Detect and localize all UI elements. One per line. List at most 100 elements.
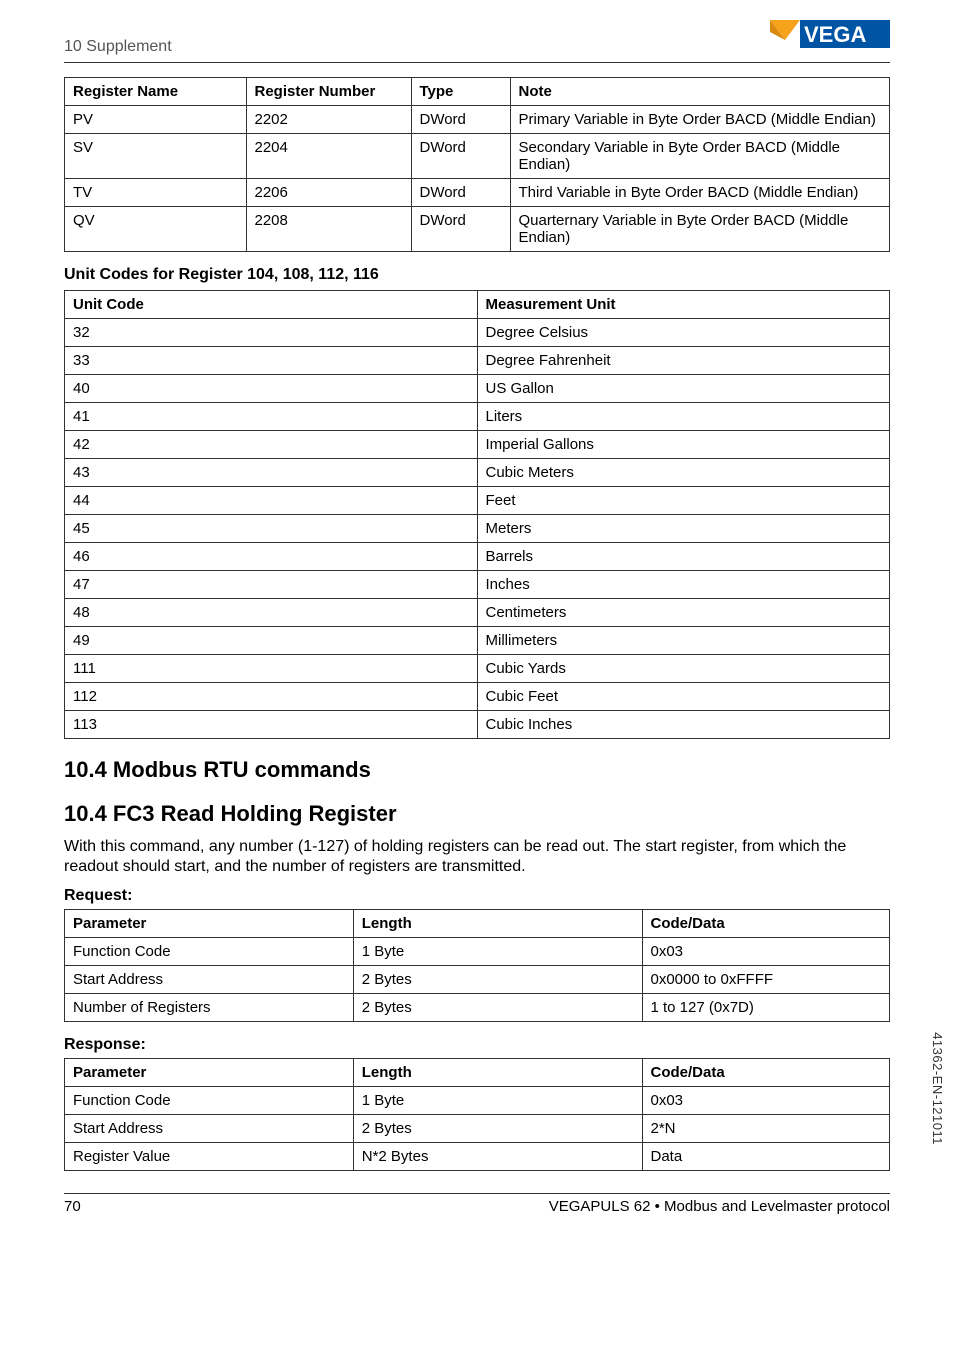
- cell: Millimeters: [477, 627, 890, 655]
- unit-codes-table: Unit Code Measurement Unit 32Degree Cels…: [64, 290, 890, 739]
- page-footer: 70 VEGAPULS 62 • Modbus and Levelmaster …: [64, 1193, 890, 1215]
- cell: Primary Variable in Byte Order BACD (Mid…: [510, 106, 890, 134]
- cell: Secondary Variable in Byte Order BACD (M…: [510, 134, 890, 179]
- page-number: 70: [64, 1198, 81, 1215]
- table-row: 44Feet: [65, 487, 890, 515]
- cell: 47: [65, 571, 478, 599]
- cell: 44: [65, 487, 478, 515]
- table-row: 45Meters: [65, 515, 890, 543]
- footer-doc-title: VEGAPULS 62 • Modbus and Levelmaster pro…: [549, 1198, 890, 1215]
- response-table: Parameter Length Code/Data Function Code…: [64, 1058, 890, 1171]
- col-header: Code/Data: [642, 1059, 890, 1087]
- table-row: SV 2204 DWord Secondary Variable in Byte…: [65, 134, 890, 179]
- cell: 2 Bytes: [353, 994, 642, 1022]
- register-table: Register Name Register Number Type Note …: [64, 77, 890, 252]
- table-row: Function Code1 Byte0x03: [65, 938, 890, 966]
- table-row: 113Cubic Inches: [65, 711, 890, 739]
- cell: TV: [65, 179, 247, 207]
- cell: 43: [65, 459, 478, 487]
- table-row: 40US Gallon: [65, 375, 890, 403]
- col-header: Unit Code: [65, 291, 478, 319]
- cell: 40: [65, 375, 478, 403]
- cell: 112: [65, 683, 478, 711]
- cell: Register Value: [65, 1143, 354, 1171]
- cell: 0x03: [642, 938, 890, 966]
- cell: 1 to 127 (0x7D): [642, 994, 890, 1022]
- cell: PV: [65, 106, 247, 134]
- col-header: Register Number: [246, 78, 411, 106]
- cell: QV: [65, 207, 247, 252]
- cell: US Gallon: [477, 375, 890, 403]
- table-row: 33Degree Fahrenheit: [65, 347, 890, 375]
- col-header: Register Name: [65, 78, 247, 106]
- cell: Function Code: [65, 1087, 354, 1115]
- cell: Function Code: [65, 938, 354, 966]
- cell: Inches: [477, 571, 890, 599]
- table-row: 48Centimeters: [65, 599, 890, 627]
- cell: DWord: [411, 134, 510, 179]
- table-row: 43Cubic Meters: [65, 459, 890, 487]
- cell: Feet: [477, 487, 890, 515]
- cell: 113: [65, 711, 478, 739]
- cell: 2204: [246, 134, 411, 179]
- cell: 1 Byte: [353, 1087, 642, 1115]
- cell: 2202: [246, 106, 411, 134]
- table-row: Start Address2 Bytes0x0000 to 0xFFFF: [65, 966, 890, 994]
- cell: N*2 Bytes: [353, 1143, 642, 1171]
- cell: 42: [65, 431, 478, 459]
- table-row: 41Liters: [65, 403, 890, 431]
- table-row: 111Cubic Yards: [65, 655, 890, 683]
- cell: Liters: [477, 403, 890, 431]
- cell: DWord: [411, 179, 510, 207]
- cell: Quarternary Variable in Byte Order BACD …: [510, 207, 890, 252]
- cell: 1 Byte: [353, 938, 642, 966]
- cell: 48: [65, 599, 478, 627]
- cell: Cubic Inches: [477, 711, 890, 739]
- logo-text: VEGA: [804, 22, 866, 47]
- col-header: Type: [411, 78, 510, 106]
- col-header: Parameter: [65, 910, 354, 938]
- cell: 2208: [246, 207, 411, 252]
- table-row: Start Address2 Bytes2*N: [65, 1115, 890, 1143]
- cell: Start Address: [65, 1115, 354, 1143]
- doc-code-vertical: 41362-EN-121011: [930, 1032, 945, 1145]
- cell: Cubic Yards: [477, 655, 890, 683]
- heading-fc3: 10.4 FC3 Read Holding Register: [64, 801, 890, 827]
- table-row: 42Imperial Gallons: [65, 431, 890, 459]
- cell: Start Address: [65, 966, 354, 994]
- request-table: Parameter Length Code/Data Function Code…: [64, 909, 890, 1022]
- table-row: Register ValueN*2 BytesData: [65, 1143, 890, 1171]
- col-header: Length: [353, 910, 642, 938]
- cell: 46: [65, 543, 478, 571]
- cell: Degree Celsius: [477, 319, 890, 347]
- brand-logo: VEGA: [770, 20, 890, 56]
- cell: 45: [65, 515, 478, 543]
- table-row: QV 2208 DWord Quarternary Variable in By…: [65, 207, 890, 252]
- table-row: Number of Registers2 Bytes1 to 127 (0x7D…: [65, 994, 890, 1022]
- cell: Imperial Gallons: [477, 431, 890, 459]
- cell: 33: [65, 347, 478, 375]
- col-header: Parameter: [65, 1059, 354, 1087]
- table-row: 112Cubic Feet: [65, 683, 890, 711]
- cell: 111: [65, 655, 478, 683]
- cell: 32: [65, 319, 478, 347]
- cell: 49: [65, 627, 478, 655]
- request-label: Request:: [64, 887, 890, 905]
- cell: DWord: [411, 106, 510, 134]
- table-row: TV 2206 DWord Third Variable in Byte Ord…: [65, 179, 890, 207]
- cell: Third Variable in Byte Order BACD (Middl…: [510, 179, 890, 207]
- fc3-description: With this command, any number (1-127) of…: [64, 837, 890, 877]
- cell: 0x0000 to 0xFFFF: [642, 966, 890, 994]
- table-row: 47Inches: [65, 571, 890, 599]
- cell: DWord: [411, 207, 510, 252]
- table-row: Function Code1 Byte0x03: [65, 1087, 890, 1115]
- response-label: Response:: [64, 1036, 890, 1054]
- table-row: 49Millimeters: [65, 627, 890, 655]
- cell: 0x03: [642, 1087, 890, 1115]
- table-row: PV 2202 DWord Primary Variable in Byte O…: [65, 106, 890, 134]
- unit-codes-title: Unit Codes for Register 104, 108, 112, 1…: [64, 266, 890, 284]
- table-row: 32Degree Celsius: [65, 319, 890, 347]
- cell: Barrels: [477, 543, 890, 571]
- breadcrumb: 10 Supplement: [64, 38, 172, 56]
- cell: 41: [65, 403, 478, 431]
